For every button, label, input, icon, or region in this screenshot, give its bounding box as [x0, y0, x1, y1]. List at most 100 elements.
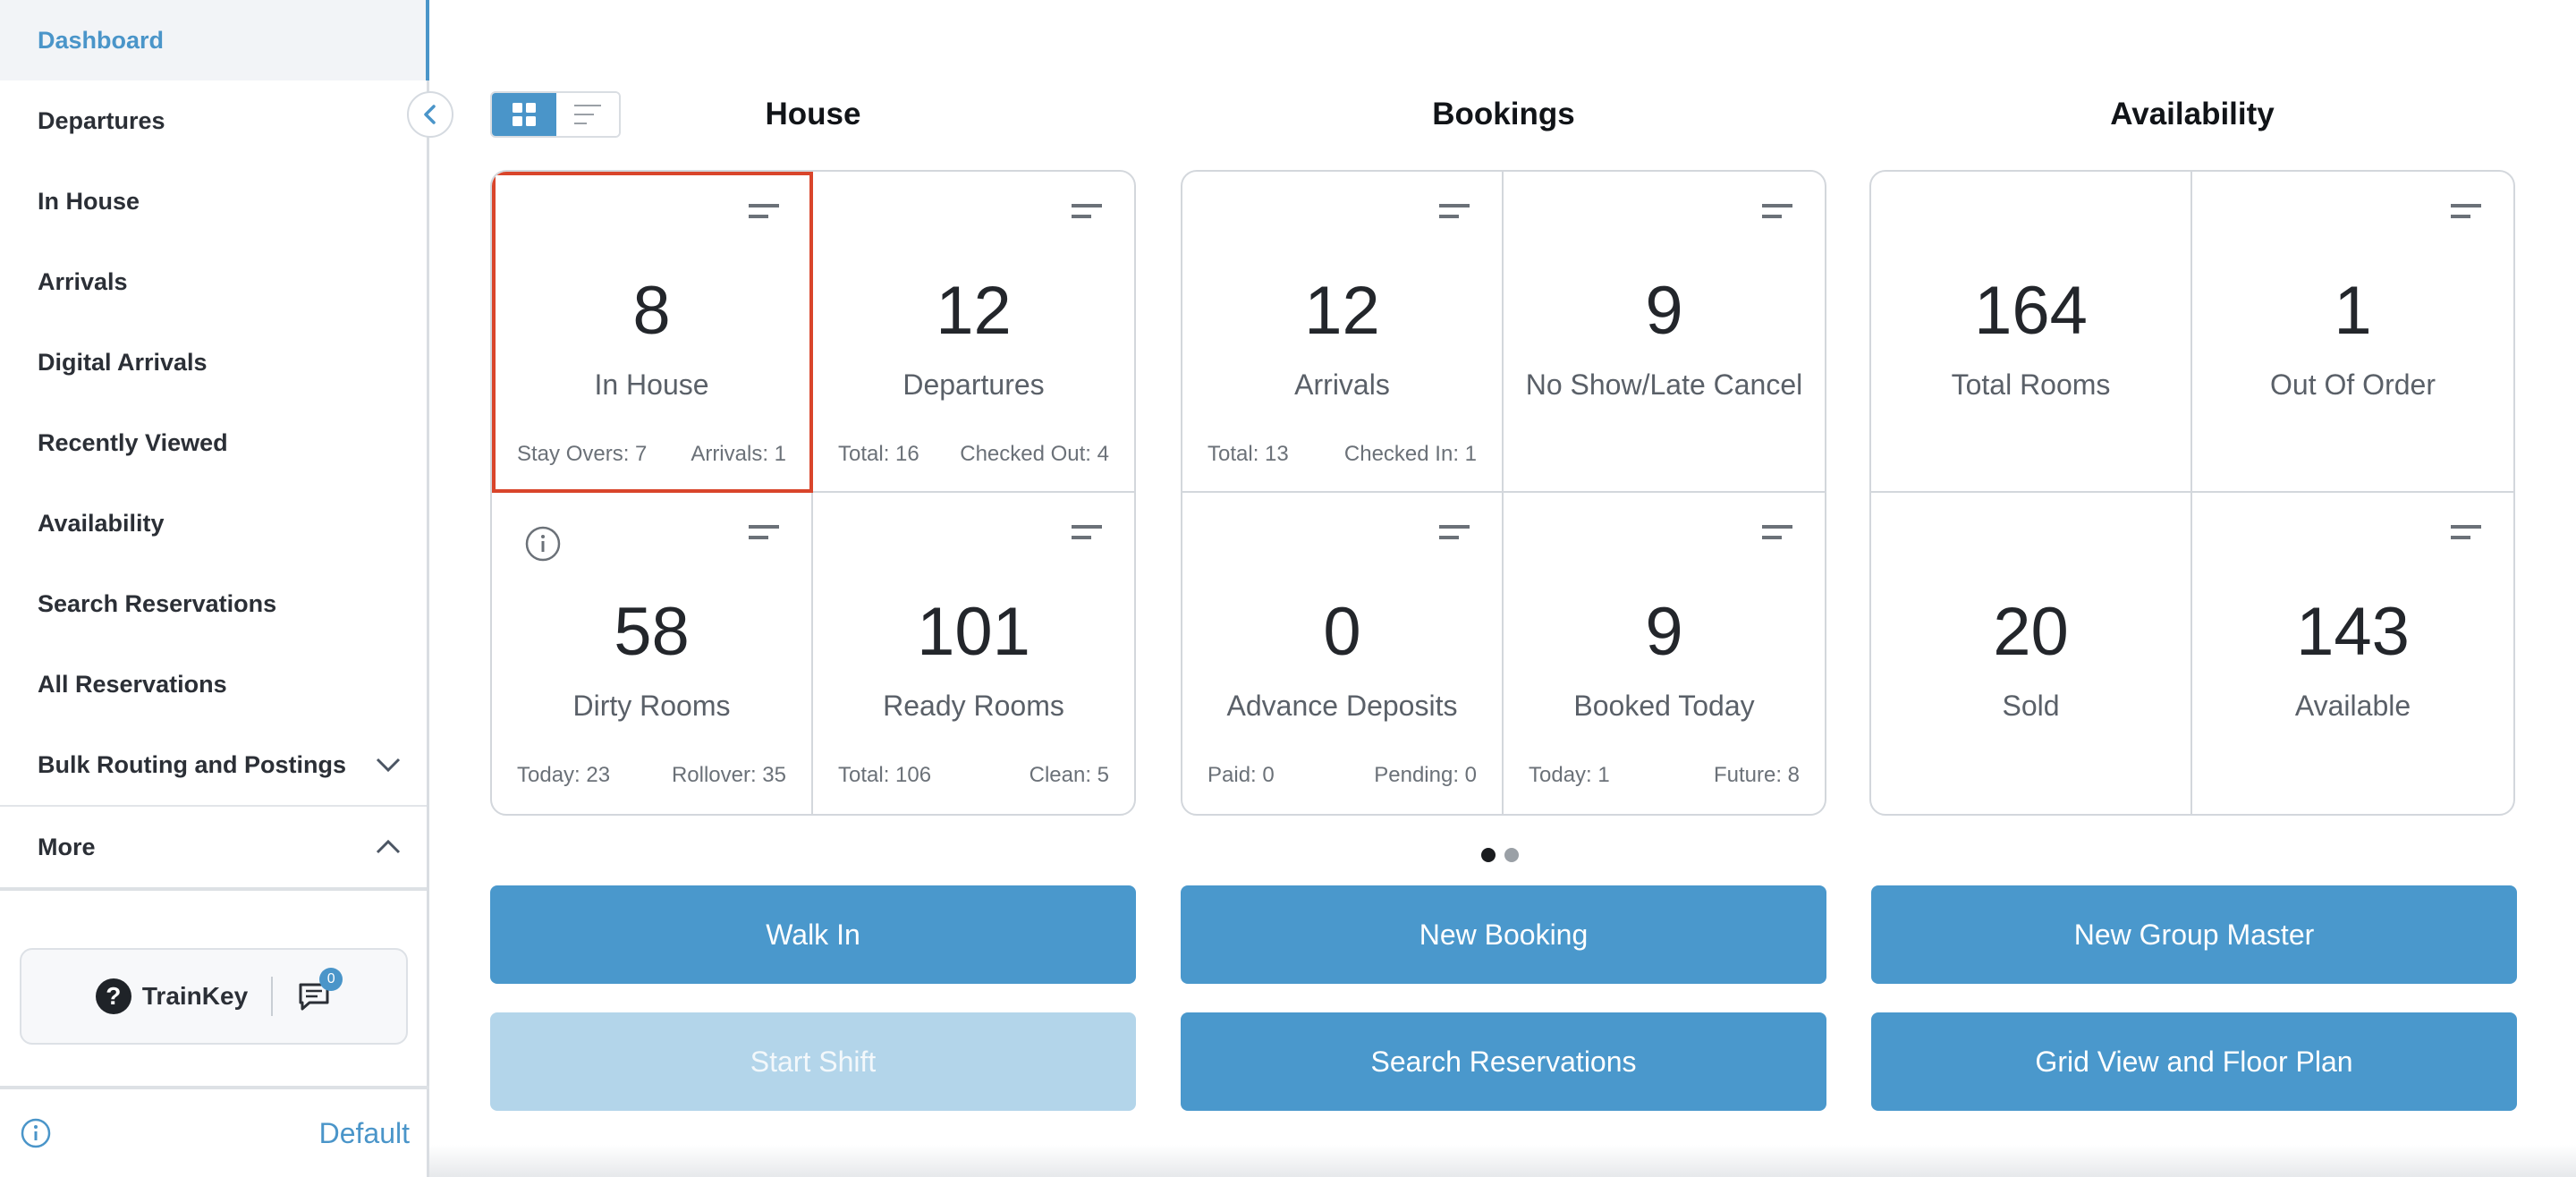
section-title-bookings: Bookings	[1432, 97, 1575, 131]
sidebar-item-recently-viewed[interactable]: Recently Viewed	[0, 402, 427, 483]
menu-lines-icon[interactable]	[1439, 523, 1470, 546]
tile-label: Ready Rooms	[883, 690, 1064, 722]
sidebar-item-availability[interactable]: Availability	[0, 483, 427, 563]
chevron-left-icon	[424, 105, 436, 124]
sidebar-item-label: In House	[38, 187, 140, 215]
property-default-link[interactable]: Default	[319, 1117, 410, 1150]
tile-value: 9	[1645, 594, 1683, 670]
available-tile[interactable]: 143 Available	[2192, 493, 2513, 814]
pager-dot[interactable]	[1504, 848, 1519, 862]
grid-view-floor-plan-button[interactable]: Grid View and Floor Plan	[1871, 1012, 2517, 1111]
nav-divider	[0, 887, 427, 891]
tile-footer-left: Today: 1	[1529, 763, 1610, 787]
tile-label: Booked Today	[1573, 690, 1755, 722]
search-reservations-button[interactable]: Search Reservations	[1181, 1012, 1826, 1111]
sidebar-item-all-reservations[interactable]: All Reservations	[0, 644, 427, 724]
out-of-order-tile[interactable]: 1 Out Of Order	[2192, 172, 2513, 493]
tile-footer-right: Arrivals: 1	[691, 442, 786, 466]
tile-value: 143	[2296, 594, 2410, 670]
bottom-shadow	[429, 1145, 2576, 1177]
tile-footer-right: Checked Out: 4	[960, 442, 1109, 466]
sidebar-item-label: Search Reservations	[38, 589, 277, 617]
sidebar-item-digital-arrivals[interactable]: Digital Arrivals	[0, 322, 427, 402]
total-rooms-tile[interactable]: 164 Total Rooms	[1871, 172, 2192, 493]
advance-deposits-tile[interactable]: 0 Advance Deposits Paid: 0 Pending: 0	[1182, 493, 1504, 814]
no-show-late-cancel-tile[interactable]: 9 No Show/Late Cancel	[1504, 172, 1825, 493]
sidebar-item-dashboard[interactable]: Dashboard	[0, 0, 429, 80]
menu-lines-icon[interactable]	[1072, 202, 1102, 225]
message-count-badge: 0	[319, 968, 343, 991]
tile-footer-right: Checked In: 1	[1343, 442, 1477, 466]
sidebar-item-bulk-routing[interactable]: Bulk Routing and Postings	[0, 724, 427, 805]
tile-label: Arrivals	[1294, 368, 1390, 401]
menu-lines-icon[interactable]	[749, 202, 779, 225]
tile-label: In House	[594, 368, 709, 401]
in-house-tile[interactable]: 8 In House Stay Overs: 7 Arrivals: 1	[492, 172, 813, 493]
tile-footer-left: Stay Overs: 7	[517, 442, 648, 466]
new-booking-button[interactable]: New Booking	[1181, 885, 1826, 984]
sidebar-item-label: Availability	[38, 509, 165, 537]
departures-tile[interactable]: 12 Departures Total: 16 Checked Out: 4	[813, 172, 1134, 493]
sidebar-item-label: Arrivals	[38, 267, 128, 295]
sidebar-item-label: All Reservations	[38, 670, 227, 698]
tile-label: No Show/Late Cancel	[1525, 368, 1803, 401]
tile-value: 20	[1993, 594, 2069, 670]
tile-label: Available	[2294, 690, 2411, 722]
sidebar-item-departures[interactable]: Departures	[0, 80, 427, 161]
menu-lines-icon[interactable]	[1072, 523, 1102, 546]
tile-label: Dirty Rooms	[572, 690, 731, 722]
menu-lines-icon[interactable]	[2451, 202, 2481, 225]
trainkey-label[interactable]: TrainKey	[142, 982, 248, 1011]
sidebar-footer: Default	[0, 1086, 429, 1177]
sidebar-item-label: Dashboard	[38, 26, 165, 54]
info-icon[interactable]	[524, 525, 562, 563]
new-group-master-button[interactable]: New Group Master	[1871, 885, 2517, 984]
bookings-card-group: 12 Arrivals Total: 13 Checked In: 1 9 No…	[1181, 170, 1826, 816]
messages-button[interactable]: 0	[296, 968, 343, 1014]
start-shift-button[interactable]: Start Shift	[490, 1012, 1136, 1111]
tile-value: 0	[1323, 594, 1361, 670]
help-icon[interactable]: ?	[95, 978, 131, 1014]
sidebar-item-in-house[interactable]: In House	[0, 161, 427, 241]
tile-value: 58	[614, 594, 690, 670]
chevron-up-icon[interactable]	[373, 832, 403, 862]
tile-footer-right: Clean: 5	[1029, 763, 1109, 787]
dirty-rooms-tile[interactable]: 58 Dirty Rooms Today: 23 Rollover: 35	[492, 493, 813, 814]
pager-dot[interactable]	[1481, 848, 1496, 862]
sidebar-item-more[interactable]: More	[0, 807, 427, 887]
tile-footer-right: Rollover: 35	[671, 763, 786, 787]
tile-value: 8	[632, 273, 671, 349]
trainkey-panel: ? TrainKey 0	[20, 948, 408, 1045]
chevron-down-icon[interactable]	[373, 749, 403, 780]
sidebar-item-arrivals[interactable]: Arrivals	[0, 241, 427, 322]
divider	[271, 977, 274, 1016]
tile-label: Advance Deposits	[1226, 690, 1458, 722]
collapse-sidebar-button[interactable]	[407, 91, 453, 138]
tile-footer-left: Paid: 0	[1208, 763, 1275, 787]
sold-tile[interactable]: 20 Sold	[1871, 493, 2192, 814]
availability-card-group: 164 Total Rooms 1 Out Of Order 20 Sold 1…	[1869, 170, 2515, 816]
info-icon[interactable]	[20, 1117, 52, 1149]
section-title-house: House	[765, 97, 861, 131]
tile-value: 1	[2334, 273, 2372, 349]
sidebar-item-label: More	[38, 833, 96, 860]
tile-footer-right: Future: 8	[1713, 763, 1800, 787]
menu-lines-icon[interactable]	[1439, 202, 1470, 225]
menu-lines-icon[interactable]	[1762, 523, 1792, 546]
sidebar-item-search-reservations[interactable]: Search Reservations	[0, 563, 427, 644]
menu-lines-icon[interactable]	[1762, 202, 1792, 225]
menu-lines-icon[interactable]	[749, 523, 779, 546]
walk-in-button[interactable]: Walk In	[490, 885, 1136, 984]
house-card-group: 8 In House Stay Overs: 7 Arrivals: 1 12 …	[490, 170, 1136, 816]
menu-lines-icon[interactable]	[2451, 523, 2481, 546]
section-title-availability: Availability	[2110, 97, 2275, 131]
sidebar: Dashboard Departures In House Arrivals D…	[0, 0, 429, 1177]
tile-value: 9	[1645, 273, 1683, 349]
tile-label: Departures	[902, 368, 1045, 401]
arrivals-tile[interactable]: 12 Arrivals Total: 13 Checked In: 1	[1182, 172, 1504, 493]
tile-label: Total Rooms	[1951, 368, 2111, 401]
ready-rooms-tile[interactable]: 101 Ready Rooms Total: 106 Clean: 5	[813, 493, 1134, 814]
booked-today-tile[interactable]: 9 Booked Today Today: 1 Future: 8	[1504, 493, 1825, 814]
sidebar-item-label: Recently Viewed	[38, 428, 228, 456]
tile-value: 12	[936, 273, 1012, 349]
